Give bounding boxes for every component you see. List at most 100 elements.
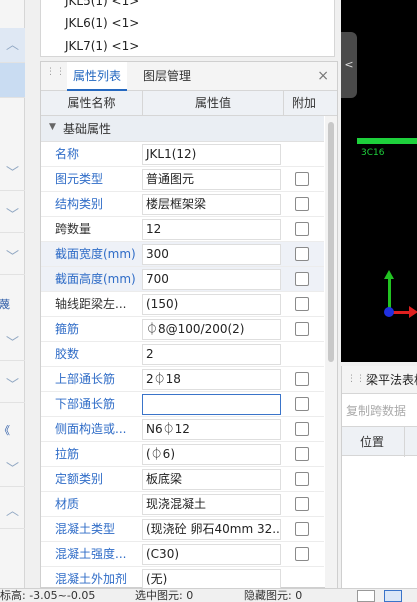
chevron-down-icon[interactable]: ﹀: [0, 156, 25, 191]
table-row[interactable]: 跨数量 12: [41, 217, 324, 242]
property-name: 截面高度(mm): [55, 272, 136, 286]
property-value-field[interactable]: 普通图元: [142, 169, 281, 190]
table-row[interactable]: 箍筋 ⏀8@100/200(2): [41, 317, 324, 342]
close-icon[interactable]: ×: [317, 68, 329, 84]
extra-checkbox[interactable]: [295, 372, 309, 386]
beam-element[interactable]: [357, 138, 417, 144]
extra-checkbox[interactable]: [295, 272, 309, 286]
chevron-up-icon[interactable]: ︿: [0, 494, 25, 529]
property-value-field[interactable]: 楼层框架梁: [142, 194, 281, 215]
property-name: 跨数量: [55, 222, 92, 236]
table-row[interactable]: 混凝土强度... (C30): [41, 542, 324, 567]
extra-checkbox[interactable]: [295, 172, 309, 186]
table-row[interactable]: 拉筋 (⏀6): [41, 442, 324, 467]
axis-x-arrow-icon: [409, 306, 417, 318]
table-row[interactable]: 上部通长筋 2⏀18: [41, 367, 324, 392]
copy-span-data-button[interactable]: 复制跨数据: [346, 402, 406, 419]
property-value-field[interactable]: 300: [142, 244, 281, 265]
table-row[interactable]: 材质 现浇混凝土: [41, 492, 324, 517]
property-name: 侧面构造或...: [55, 422, 127, 436]
property-name: 结构类别: [55, 197, 104, 211]
app-window: ︿ ﹀ ﹀ ﹀ 蔑 ﹀ ﹀ 《 ﹀ ︿ JKL5(1) <1> JKL6(1) …: [0, 0, 417, 602]
table-row[interactable]: 胶数 2: [41, 342, 324, 367]
column-header-position: 位置: [360, 435, 385, 449]
property-value-field[interactable]: (⏀6): [142, 444, 281, 465]
extra-checkbox[interactable]: [295, 197, 309, 211]
left-strip-selected[interactable]: [0, 63, 25, 98]
extra-checkbox[interactable]: [295, 247, 309, 261]
extra-checkbox[interactable]: [295, 222, 309, 236]
extra-checkbox[interactable]: [295, 422, 309, 436]
property-value-field[interactable]: [142, 394, 281, 415]
beam-table-header: ⋮⋮ 梁平法表格: [342, 366, 417, 394]
table-row[interactable]: 名称 JKL1(12): [41, 142, 324, 167]
chevron-down-icon[interactable]: ﹀: [0, 326, 25, 361]
view-toggle-button[interactable]: [357, 590, 375, 602]
table-row[interactable]: 图元类型 普通图元: [41, 167, 324, 192]
property-name: 混凝土强度...: [55, 547, 127, 561]
table-row[interactable]: 下部通长筋: [41, 392, 324, 417]
table-row[interactable]: 结构类别 楼层框架梁: [41, 192, 324, 217]
extra-checkbox[interactable]: [295, 397, 309, 411]
drag-handle-icon[interactable]: ⋮⋮: [347, 374, 365, 384]
property-value-field[interactable]: N6⏀12: [142, 419, 281, 440]
chevron-down-icon[interactable]: ﹀: [0, 240, 25, 275]
table-row[interactable]: 截面高度(mm) 700: [41, 267, 324, 292]
property-value-field[interactable]: (150): [142, 294, 281, 315]
status-elevation: 标高: -3.05~-0.05: [0, 589, 96, 602]
table-row[interactable]: 截面宽度(mm) 300: [41, 242, 324, 267]
chevron-up-icon[interactable]: ︿: [0, 28, 25, 63]
property-value-field[interactable]: 700: [142, 269, 281, 290]
extra-checkbox[interactable]: [295, 322, 309, 336]
table-row[interactable]: 定额类别 板底梁: [41, 467, 324, 492]
column-divider: [404, 427, 405, 457]
property-value-field[interactable]: 现浇混凝土: [142, 494, 281, 515]
view-toggle-button-active[interactable]: [384, 590, 402, 602]
extra-checkbox[interactable]: [295, 297, 309, 311]
chevron-down-icon[interactable]: ﹀: [0, 368, 25, 403]
property-value-field[interactable]: 12: [142, 219, 281, 240]
property-name: 材质: [55, 497, 80, 511]
list-item[interactable]: JKL7(1) <1>: [65, 39, 139, 53]
property-value-field[interactable]: 2: [142, 344, 281, 365]
property-value-field[interactable]: (C30): [142, 544, 281, 565]
chevron-down-icon[interactable]: ﹀: [0, 198, 25, 233]
extra-checkbox[interactable]: [295, 472, 309, 486]
property-name: 混凝土外加剂: [55, 572, 128, 586]
left-strip-tag: 《: [0, 424, 10, 437]
property-value-field[interactable]: (现浇砼 卵石40mm 32...: [142, 519, 281, 540]
property-name: 拉筋: [55, 447, 80, 461]
drawing-viewport[interactable]: < 3C16: [341, 0, 417, 362]
table-row[interactable]: 混凝土外加剂 (无): [41, 567, 324, 588]
caret-down-icon[interactable]: ▼: [49, 122, 56, 132]
list-item[interactable]: JKL5(1) <1>: [65, 0, 139, 8]
grid-header: 属性名称 属性值 附加: [41, 91, 337, 116]
property-value-field[interactable]: (无): [142, 569, 281, 588]
beam-annotation: 3C16: [361, 148, 385, 158]
table-row[interactable]: 混凝土类型 (现浇砼 卵石40mm 32...: [41, 517, 324, 542]
property-name: 定额类别: [55, 472, 104, 486]
tab-property-list[interactable]: 属性列表: [67, 62, 128, 91]
extra-checkbox[interactable]: [295, 497, 309, 511]
group-row[interactable]: ▼ 基础属性: [41, 116, 324, 142]
vertical-scrollbar[interactable]: [325, 116, 337, 588]
table-row[interactable]: 轴线距梁左... (150): [41, 292, 324, 317]
table-row[interactable]: 侧面构造或... N6⏀12: [41, 417, 324, 442]
column-header-extra: 附加: [291, 96, 316, 110]
property-value-field[interactable]: ⏀8@100/200(2): [142, 319, 281, 340]
extra-checkbox[interactable]: [295, 522, 309, 536]
drag-handle-icon[interactable]: ⋮⋮: [46, 68, 65, 83]
extra-checkbox[interactable]: [295, 547, 309, 561]
list-item[interactable]: JKL6(1) <1>: [65, 16, 139, 30]
extra-checkbox[interactable]: [295, 447, 309, 461]
beam-table-title[interactable]: 梁平法表格: [366, 366, 417, 394]
property-value-field[interactable]: 2⏀18: [142, 369, 281, 390]
beam-table-column-header: 位置: [342, 426, 417, 457]
chevron-down-icon[interactable]: ﹀: [0, 452, 25, 487]
property-value-field[interactable]: JKL1(12): [142, 144, 281, 165]
scrollbar-thumb[interactable]: [328, 122, 334, 362]
tab-layer-management[interactable]: 图层管理: [137, 62, 197, 91]
property-name: 截面宽度(mm): [55, 247, 136, 261]
collapse-panel-button[interactable]: <: [341, 32, 357, 98]
property-value-field[interactable]: 板底梁: [142, 469, 281, 490]
